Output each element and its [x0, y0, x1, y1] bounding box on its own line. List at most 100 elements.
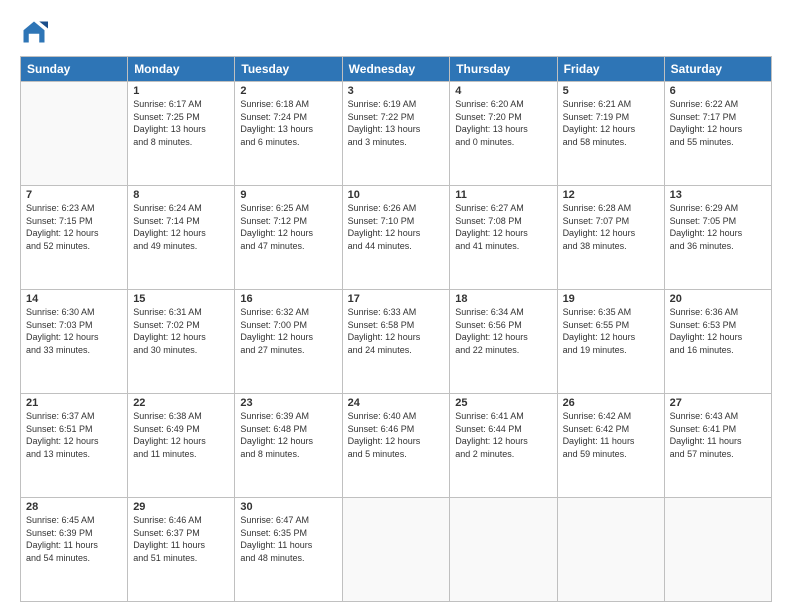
calendar-cell: 24Sunrise: 6:40 AM Sunset: 6:46 PM Dayli…	[342, 394, 450, 498]
calendar-cell	[450, 498, 557, 602]
day-header-saturday: Saturday	[664, 57, 771, 82]
day-number: 25	[455, 397, 551, 409]
cell-info: Sunrise: 6:40 AM Sunset: 6:46 PM Dayligh…	[348, 410, 445, 460]
week-row-3: 21Sunrise: 6:37 AM Sunset: 6:51 PM Dayli…	[21, 394, 772, 498]
day-number: 18	[455, 293, 551, 305]
day-number: 11	[455, 189, 551, 201]
cell-info: Sunrise: 6:36 AM Sunset: 6:53 PM Dayligh…	[670, 306, 766, 356]
calendar-cell	[342, 498, 450, 602]
calendar-cell: 20Sunrise: 6:36 AM Sunset: 6:53 PM Dayli…	[664, 290, 771, 394]
day-number: 16	[240, 293, 336, 305]
cell-info: Sunrise: 6:35 AM Sunset: 6:55 PM Dayligh…	[563, 306, 659, 356]
day-number: 19	[563, 293, 659, 305]
calendar-cell: 30Sunrise: 6:47 AM Sunset: 6:35 PM Dayli…	[235, 498, 342, 602]
cell-info: Sunrise: 6:29 AM Sunset: 7:05 PM Dayligh…	[670, 202, 766, 252]
cell-info: Sunrise: 6:33 AM Sunset: 6:58 PM Dayligh…	[348, 306, 445, 356]
calendar-cell: 9Sunrise: 6:25 AM Sunset: 7:12 PM Daylig…	[235, 186, 342, 290]
day-header-monday: Monday	[128, 57, 235, 82]
calendar-cell: 29Sunrise: 6:46 AM Sunset: 6:37 PM Dayli…	[128, 498, 235, 602]
cell-info: Sunrise: 6:19 AM Sunset: 7:22 PM Dayligh…	[348, 98, 445, 148]
day-header-sunday: Sunday	[21, 57, 128, 82]
calendar-cell: 22Sunrise: 6:38 AM Sunset: 6:49 PM Dayli…	[128, 394, 235, 498]
cell-info: Sunrise: 6:31 AM Sunset: 7:02 PM Dayligh…	[133, 306, 229, 356]
calendar-cell: 28Sunrise: 6:45 AM Sunset: 6:39 PM Dayli…	[21, 498, 128, 602]
cell-info: Sunrise: 6:46 AM Sunset: 6:37 PM Dayligh…	[133, 514, 229, 564]
calendar-cell: 21Sunrise: 6:37 AM Sunset: 6:51 PM Dayli…	[21, 394, 128, 498]
calendar-cell: 7Sunrise: 6:23 AM Sunset: 7:15 PM Daylig…	[21, 186, 128, 290]
cell-info: Sunrise: 6:22 AM Sunset: 7:17 PM Dayligh…	[670, 98, 766, 148]
week-row-0: 1Sunrise: 6:17 AM Sunset: 7:25 PM Daylig…	[21, 82, 772, 186]
cell-info: Sunrise: 6:18 AM Sunset: 7:24 PM Dayligh…	[240, 98, 336, 148]
cell-info: Sunrise: 6:37 AM Sunset: 6:51 PM Dayligh…	[26, 410, 122, 460]
cell-info: Sunrise: 6:28 AM Sunset: 7:07 PM Dayligh…	[563, 202, 659, 252]
day-number: 9	[240, 189, 336, 201]
day-header-friday: Friday	[557, 57, 664, 82]
cell-info: Sunrise: 6:21 AM Sunset: 7:19 PM Dayligh…	[563, 98, 659, 148]
day-number: 14	[26, 293, 122, 305]
day-number: 23	[240, 397, 336, 409]
calendar-cell: 17Sunrise: 6:33 AM Sunset: 6:58 PM Dayli…	[342, 290, 450, 394]
calendar-cell: 2Sunrise: 6:18 AM Sunset: 7:24 PM Daylig…	[235, 82, 342, 186]
calendar-cell: 14Sunrise: 6:30 AM Sunset: 7:03 PM Dayli…	[21, 290, 128, 394]
page: SundayMondayTuesdayWednesdayThursdayFrid…	[0, 0, 792, 612]
day-header-wednesday: Wednesday	[342, 57, 450, 82]
calendar-cell	[557, 498, 664, 602]
calendar-cell: 8Sunrise: 6:24 AM Sunset: 7:14 PM Daylig…	[128, 186, 235, 290]
day-number: 3	[348, 85, 445, 97]
day-number: 7	[26, 189, 122, 201]
day-number: 29	[133, 501, 229, 513]
cell-info: Sunrise: 6:27 AM Sunset: 7:08 PM Dayligh…	[455, 202, 551, 252]
calendar-cell: 11Sunrise: 6:27 AM Sunset: 7:08 PM Dayli…	[450, 186, 557, 290]
day-number: 21	[26, 397, 122, 409]
day-number: 20	[670, 293, 766, 305]
calendar-cell: 27Sunrise: 6:43 AM Sunset: 6:41 PM Dayli…	[664, 394, 771, 498]
calendar-cell: 23Sunrise: 6:39 AM Sunset: 6:48 PM Dayli…	[235, 394, 342, 498]
cell-info: Sunrise: 6:41 AM Sunset: 6:44 PM Dayligh…	[455, 410, 551, 460]
day-number: 4	[455, 85, 551, 97]
calendar-cell: 1Sunrise: 6:17 AM Sunset: 7:25 PM Daylig…	[128, 82, 235, 186]
calendar-cell: 25Sunrise: 6:41 AM Sunset: 6:44 PM Dayli…	[450, 394, 557, 498]
cell-info: Sunrise: 6:43 AM Sunset: 6:41 PM Dayligh…	[670, 410, 766, 460]
calendar-cell: 18Sunrise: 6:34 AM Sunset: 6:56 PM Dayli…	[450, 290, 557, 394]
header	[20, 18, 772, 46]
cell-info: Sunrise: 6:45 AM Sunset: 6:39 PM Dayligh…	[26, 514, 122, 564]
calendar-table: SundayMondayTuesdayWednesdayThursdayFrid…	[20, 56, 772, 602]
cell-info: Sunrise: 6:25 AM Sunset: 7:12 PM Dayligh…	[240, 202, 336, 252]
cell-info: Sunrise: 6:32 AM Sunset: 7:00 PM Dayligh…	[240, 306, 336, 356]
week-row-2: 14Sunrise: 6:30 AM Sunset: 7:03 PM Dayli…	[21, 290, 772, 394]
day-number: 5	[563, 85, 659, 97]
day-header-thursday: Thursday	[450, 57, 557, 82]
day-number: 13	[670, 189, 766, 201]
day-header-tuesday: Tuesday	[235, 57, 342, 82]
day-number: 8	[133, 189, 229, 201]
logo-icon	[20, 18, 48, 46]
calendar-cell	[664, 498, 771, 602]
calendar-cell: 4Sunrise: 6:20 AM Sunset: 7:20 PM Daylig…	[450, 82, 557, 186]
week-row-4: 28Sunrise: 6:45 AM Sunset: 6:39 PM Dayli…	[21, 498, 772, 602]
cell-info: Sunrise: 6:24 AM Sunset: 7:14 PM Dayligh…	[133, 202, 229, 252]
cell-info: Sunrise: 6:42 AM Sunset: 6:42 PM Dayligh…	[563, 410, 659, 460]
calendar-cell: 3Sunrise: 6:19 AM Sunset: 7:22 PM Daylig…	[342, 82, 450, 186]
header-row: SundayMondayTuesdayWednesdayThursdayFrid…	[21, 57, 772, 82]
calendar-cell: 19Sunrise: 6:35 AM Sunset: 6:55 PM Dayli…	[557, 290, 664, 394]
day-number: 12	[563, 189, 659, 201]
day-number: 6	[670, 85, 766, 97]
day-number: 1	[133, 85, 229, 97]
cell-info: Sunrise: 6:30 AM Sunset: 7:03 PM Dayligh…	[26, 306, 122, 356]
calendar-cell: 6Sunrise: 6:22 AM Sunset: 7:17 PM Daylig…	[664, 82, 771, 186]
day-number: 26	[563, 397, 659, 409]
cell-info: Sunrise: 6:47 AM Sunset: 6:35 PM Dayligh…	[240, 514, 336, 564]
calendar-cell: 5Sunrise: 6:21 AM Sunset: 7:19 PM Daylig…	[557, 82, 664, 186]
cell-info: Sunrise: 6:23 AM Sunset: 7:15 PM Dayligh…	[26, 202, 122, 252]
calendar-cell: 12Sunrise: 6:28 AM Sunset: 7:07 PM Dayli…	[557, 186, 664, 290]
day-number: 15	[133, 293, 229, 305]
day-number: 22	[133, 397, 229, 409]
day-number: 2	[240, 85, 336, 97]
cell-info: Sunrise: 6:39 AM Sunset: 6:48 PM Dayligh…	[240, 410, 336, 460]
calendar-cell: 10Sunrise: 6:26 AM Sunset: 7:10 PM Dayli…	[342, 186, 450, 290]
day-number: 24	[348, 397, 445, 409]
cell-info: Sunrise: 6:34 AM Sunset: 6:56 PM Dayligh…	[455, 306, 551, 356]
day-number: 17	[348, 293, 445, 305]
day-number: 10	[348, 189, 445, 201]
cell-info: Sunrise: 6:26 AM Sunset: 7:10 PM Dayligh…	[348, 202, 445, 252]
